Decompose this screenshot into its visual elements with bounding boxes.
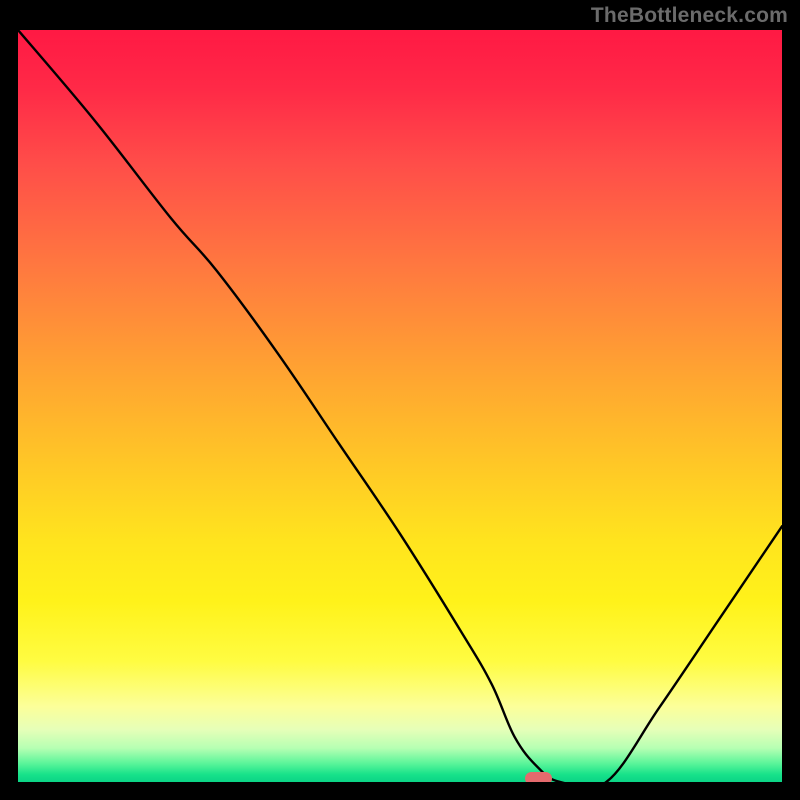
watermark-text: TheBottleneck.com: [591, 4, 788, 28]
bottleneck-curve: [18, 30, 782, 782]
plot-area: [18, 30, 782, 782]
chart-frame: TheBottleneck.com: [0, 0, 800, 800]
optimal-point-marker: [525, 772, 552, 782]
